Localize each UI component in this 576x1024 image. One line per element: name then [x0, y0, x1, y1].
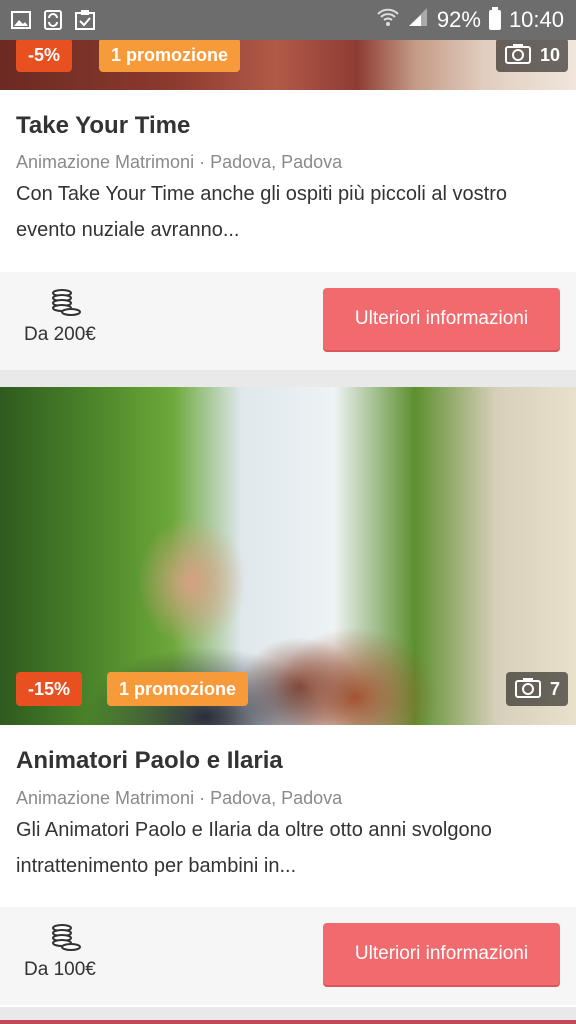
- vendor-card[interactable]: -15% 1 promozione 7 Animatori Paolo e Il…: [0, 387, 576, 1007]
- vendor-photo[interactable]: -5% 1 promozione 10: [0, 40, 576, 90]
- more-info-button[interactable]: Ulteriori informazioni: [323, 923, 560, 985]
- battery-level: 92%: [436, 7, 481, 32]
- vendor-photo[interactable]: -15% 1 promozione 7: [0, 387, 576, 725]
- vendor-category: Animazione Matrimoni · Padova, Padova: [16, 152, 343, 172]
- card-footer: Da 100€ Ulteriori informazioni: [0, 907, 576, 1005]
- photo-count-value: 10: [539, 44, 560, 65]
- photo-count-value: 7: [549, 678, 560, 699]
- card-footer: Da 200€ Ulteriori informazioni: [0, 272, 576, 370]
- battery-icon: [488, 7, 501, 30]
- clock: 10:40: [508, 7, 564, 32]
- vendor-description: Con Take Your Time anche gli ospiti più …: [16, 183, 508, 241]
- vendor-title[interactable]: Animatori Paolo e Ilaria: [16, 747, 283, 775]
- vendor-category: Animazione Matrimoni · Padova, Padova: [16, 788, 343, 808]
- vendor-title[interactable]: Take Your Time: [16, 112, 190, 140]
- sync-notification-icon: [42, 9, 64, 31]
- discount-badge: -5%: [16, 40, 73, 72]
- price-label: Da 100€: [24, 959, 96, 980]
- next-card-edge: [0, 1020, 576, 1024]
- photo-count[interactable]: 10: [495, 40, 568, 72]
- promotion-badge: 1 promozione: [107, 672, 249, 706]
- photo-count[interactable]: 7: [505, 672, 568, 706]
- vendor-description: Gli Animatori Paolo e Ilaria da oltre ot…: [16, 819, 492, 877]
- signal-icon: [407, 7, 429, 33]
- camera-icon: [504, 42, 532, 69]
- wifi-icon: [377, 7, 399, 33]
- vendor-card[interactable]: -5% 1 promozione 10 Take Your Time Anima…: [0, 40, 576, 370]
- camera-icon: [514, 676, 542, 703]
- discount-badge: -15%: [16, 672, 83, 706]
- price-label: Da 200€: [24, 324, 96, 345]
- coins-icon: [50, 923, 82, 958]
- coins-icon: [50, 288, 82, 323]
- gallery-notification-icon: [10, 9, 32, 31]
- status-bar: 92% 10:40: [0, 0, 576, 40]
- promotion-badge: 1 promozione: [99, 40, 241, 72]
- task-notification-icon: [74, 9, 96, 31]
- more-info-button[interactable]: Ulteriori informazioni: [323, 288, 560, 350]
